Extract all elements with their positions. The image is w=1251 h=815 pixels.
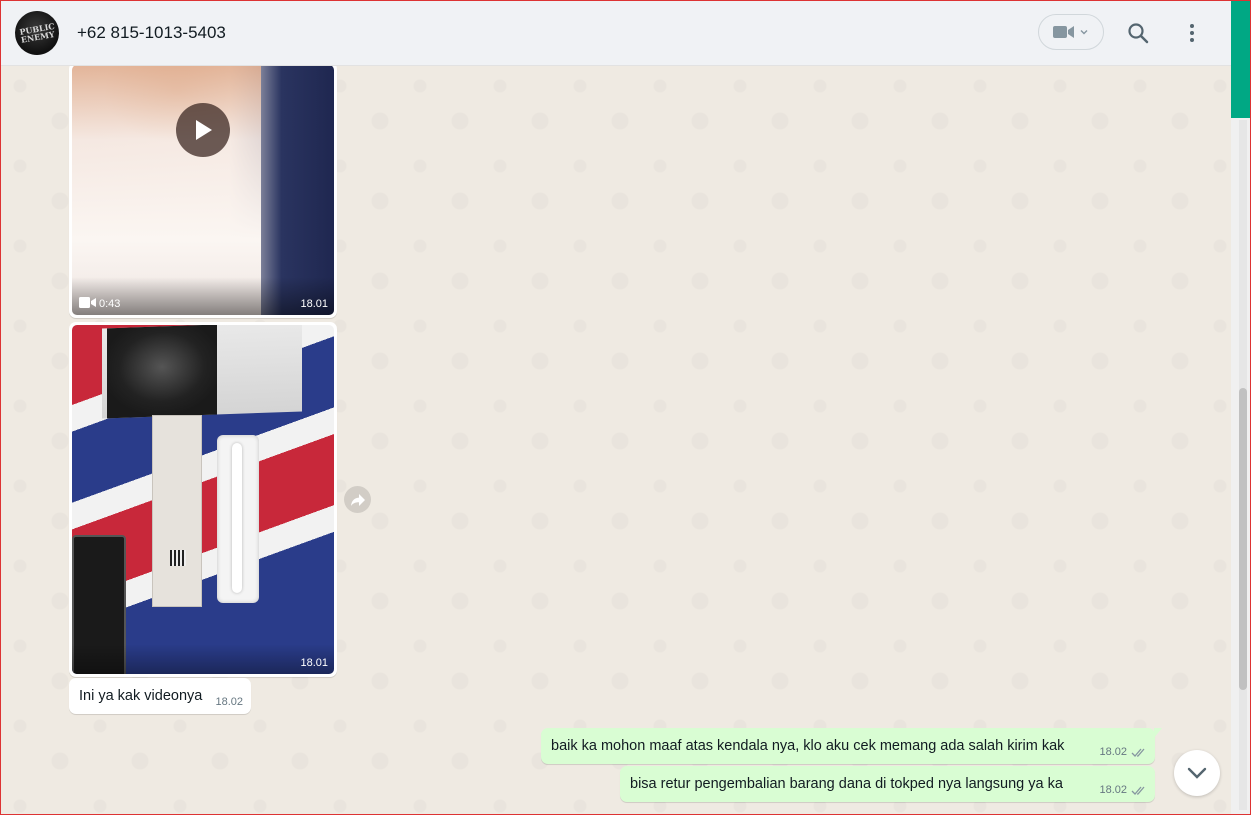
image-thumbnail[interactable]: 18.01 xyxy=(72,325,334,674)
video-camera-icon xyxy=(79,297,96,308)
message-time: 18.01 xyxy=(300,657,328,669)
search-button[interactable] xyxy=(1125,20,1151,46)
outgoing-message[interactable]: bisa retur pengembalian barang dana di t… xyxy=(620,766,1155,802)
message-time: 18.01 xyxy=(300,298,328,310)
message-text: baik ka mohon maaf atas kendala nya, klo… xyxy=(551,738,1065,754)
message-time: 18.02 xyxy=(215,696,243,708)
chat-header: PUBLIC ENEMY +62 815-1013-5403 xyxy=(0,0,1231,66)
forward-button[interactable] xyxy=(344,486,371,513)
chevron-down-icon xyxy=(1187,767,1207,779)
scrollbar[interactable] xyxy=(1231,0,1251,815)
video-call-icon xyxy=(1053,26,1074,38)
image-message[interactable]: 18.01 xyxy=(69,322,337,677)
play-icon xyxy=(196,120,212,140)
menu-button[interactable] xyxy=(1179,20,1205,46)
avatar-logo-text: PUBLIC ENEMY xyxy=(18,20,56,45)
contact-avatar[interactable]: PUBLIC ENEMY xyxy=(11,7,63,59)
scroll-to-bottom-button[interactable] xyxy=(1174,750,1220,796)
video-duration: 0:43 xyxy=(99,298,121,310)
video-call-button[interactable] xyxy=(1038,14,1104,50)
read-ticks-icon xyxy=(1131,786,1145,795)
outgoing-message[interactable]: baik ka mohon maaf atas kendala nya, klo… xyxy=(541,728,1162,764)
search-icon xyxy=(1128,23,1149,44)
video-thumbnail[interactable]: 0:43 18.01 xyxy=(72,66,334,315)
read-ticks-icon xyxy=(1131,748,1145,757)
scrollbar-thumb[interactable] xyxy=(1239,388,1247,690)
message-text: bisa retur pengembalian barang dana di t… xyxy=(630,776,1063,792)
menu-icon xyxy=(1190,24,1194,42)
incoming-message[interactable]: Ini ya kak videonya 18.02 xyxy=(69,678,251,714)
contact-name[interactable]: +62 815-1013-5403 xyxy=(77,23,226,43)
video-message[interactable]: 0:43 18.01 xyxy=(69,66,337,318)
message-text: Ini ya kak videonya xyxy=(79,688,203,704)
scrollbar-accent xyxy=(1231,0,1251,118)
play-button[interactable] xyxy=(176,103,230,157)
forward-icon xyxy=(350,493,365,506)
message-time: 18.02 xyxy=(1099,784,1127,796)
chat-area[interactable]: 0:43 18.01 18.01 Ini ya kak videonya 18.… xyxy=(0,66,1231,815)
message-time: 18.02 xyxy=(1099,746,1127,758)
chevron-down-icon xyxy=(1080,30,1088,35)
